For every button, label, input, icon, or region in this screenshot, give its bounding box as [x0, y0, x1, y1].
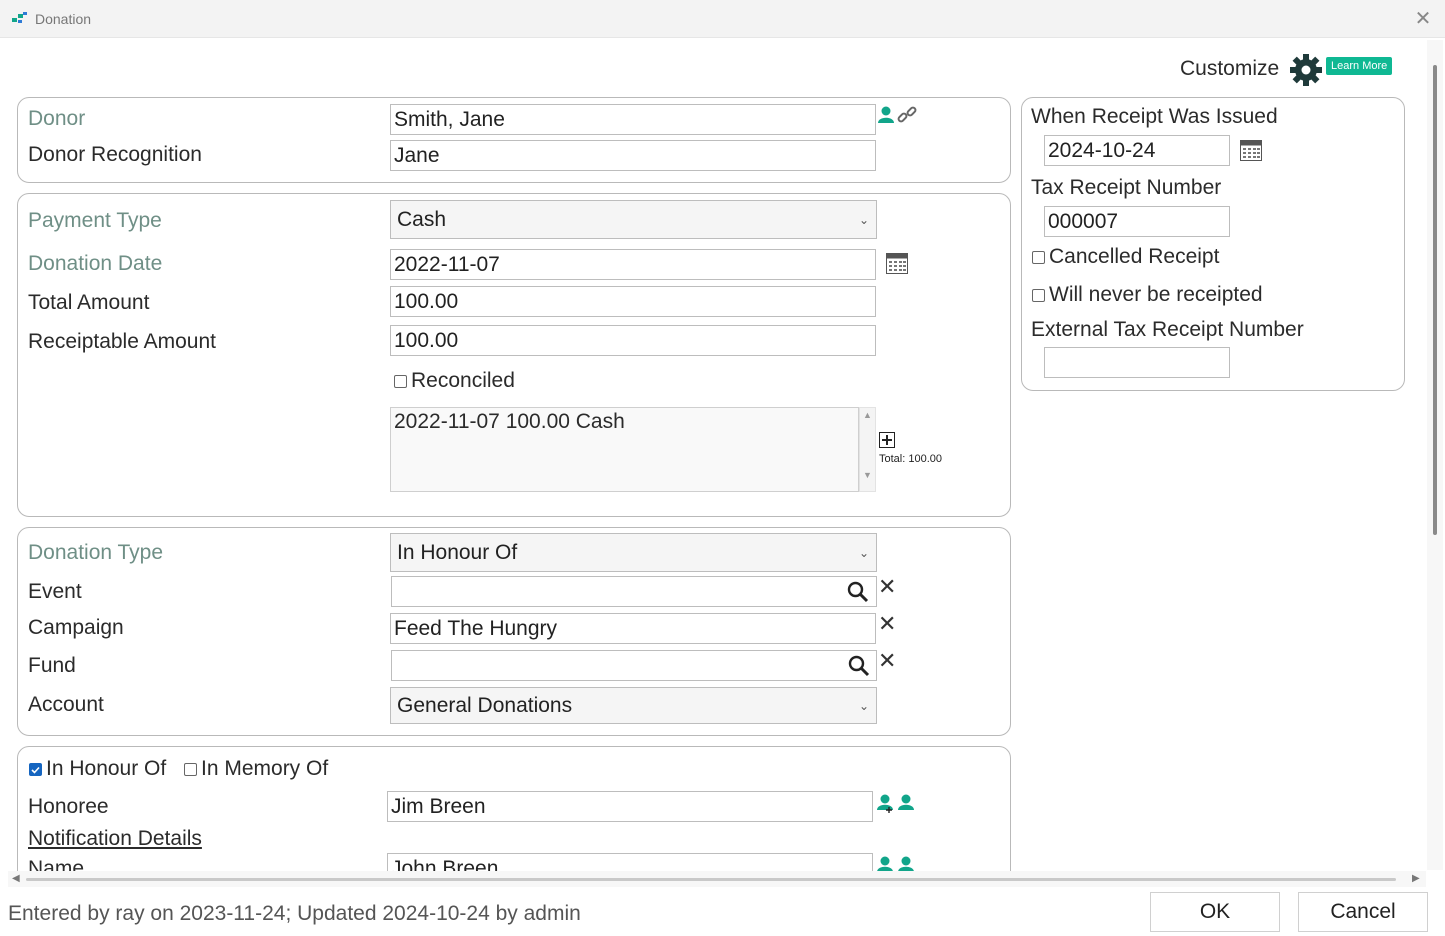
- donation-date-field[interactable]: 2022-11-07: [390, 249, 876, 280]
- donor-person-icon[interactable]: [877, 106, 895, 124]
- calendar-icon[interactable]: [1240, 140, 1262, 161]
- notification-details-link[interactable]: Notification Details: [28, 827, 202, 851]
- campaign-field[interactable]: Feed The Hungry: [390, 613, 876, 644]
- account-value: General Donations: [397, 693, 573, 717]
- cancelled-receipt-label: Cancelled Receipt: [1049, 245, 1220, 268]
- donor-label: Donor: [28, 107, 86, 130]
- payment-type-select[interactable]: Cash ⌄: [390, 200, 877, 239]
- campaign-clear-icon[interactable]: ✕: [878, 613, 896, 635]
- receiptable-amount-label: Receiptable Amount: [28, 330, 216, 353]
- total-amount-label: Total Amount: [28, 291, 150, 314]
- ok-button[interactable]: OK: [1150, 892, 1280, 932]
- calendar-icon[interactable]: [886, 253, 908, 274]
- donation-date-label: Donation Date: [28, 252, 163, 275]
- account-label: Account: [28, 693, 104, 716]
- add-person-icon[interactable]: [876, 856, 896, 871]
- tax-receipt-number-field[interactable]: 000007: [1044, 206, 1230, 237]
- add-payment-icon[interactable]: [879, 432, 895, 448]
- scroll-up-icon[interactable]: ▲: [860, 410, 875, 420]
- donor-field[interactable]: Smith, Jane: [390, 104, 876, 135]
- payments-total: Total: 100.00: [879, 453, 942, 465]
- scroll-down-icon[interactable]: ▼: [860, 470, 875, 480]
- title-bar: [0, 0, 1445, 38]
- donation-type-label: Donation Type: [28, 541, 164, 564]
- receiptable-amount-field[interactable]: 100.00: [390, 325, 876, 356]
- event-label: Event: [28, 580, 82, 603]
- tax-receipt-number-label: Tax Receipt Number: [1031, 176, 1222, 199]
- payments-list-scrollbar[interactable]: ▲ ▼: [859, 407, 876, 492]
- receipt-issued-field[interactable]: 2024-10-24: [1044, 135, 1230, 166]
- reconciled-label: Reconciled: [411, 369, 515, 392]
- horizontal-scrollbar[interactable]: ◀ ▶: [8, 871, 1426, 887]
- total-amount-field[interactable]: 100.00: [390, 286, 876, 317]
- vertical-scroll-thumb[interactable]: [1433, 65, 1437, 535]
- scroll-right-icon[interactable]: ▶: [1412, 873, 1420, 884]
- account-select[interactable]: General Donations ⌄: [390, 687, 877, 724]
- payment-type-value: Cash: [397, 207, 447, 231]
- customize-label[interactable]: Customize: [1180, 57, 1279, 81]
- gear-icon[interactable]: [1289, 53, 1323, 87]
- event-search-icon[interactable]: [847, 581, 869, 603]
- cancel-button[interactable]: Cancel: [1298, 892, 1428, 932]
- donor-recognition-field[interactable]: Jane: [390, 140, 876, 171]
- scroll-left-icon[interactable]: ◀: [12, 873, 20, 884]
- name-field[interactable]: John Breen: [387, 853, 873, 871]
- donation-type-select[interactable]: In Honour Of ⌄: [390, 533, 877, 572]
- never-receipted-label: Will never be receipted: [1049, 283, 1263, 306]
- donor-recognition-label: Donor Recognition: [28, 143, 202, 166]
- audit-status-text: Entered by ray on 2023-11-24; Updated 20…: [8, 902, 581, 925]
- chevron-down-icon: ⌄: [858, 545, 870, 560]
- app-logo-icon: [12, 12, 27, 23]
- in-memory-checkbox[interactable]: [184, 763, 197, 776]
- tribute-viewport: In Honour Of In Memory Of Honoree Jim Br…: [0, 746, 1426, 871]
- window-title: Donation: [35, 11, 92, 27]
- name-label: Name: [28, 857, 85, 871]
- honoree-label: Honoree: [28, 795, 109, 818]
- payments-list[interactable]: 2022-11-07 100.00 Cash: [390, 407, 859, 492]
- payment-type-label: Payment Type: [28, 209, 162, 232]
- fund-field[interactable]: [391, 650, 877, 681]
- campaign-label: Campaign: [28, 616, 124, 639]
- in-memory-label: In Memory Of: [201, 757, 329, 780]
- fund-clear-icon[interactable]: ✕: [878, 650, 896, 672]
- never-receipted-checkbox[interactable]: [1032, 289, 1045, 302]
- donation-type-value: In Honour Of: [397, 540, 518, 564]
- external-tax-receipt-field[interactable]: [1044, 347, 1230, 378]
- checkmark-icon: [31, 766, 40, 774]
- link-icon[interactable]: [896, 104, 918, 126]
- fund-search-icon[interactable]: [848, 655, 870, 677]
- add-person-icon[interactable]: [876, 794, 896, 814]
- cancelled-receipt-checkbox[interactable]: [1032, 251, 1045, 264]
- event-field[interactable]: [391, 576, 877, 607]
- horizontal-scroll-thumb[interactable]: [26, 878, 1396, 881]
- receipt-issued-label: When Receipt Was Issued: [1031, 105, 1278, 128]
- person-icon[interactable]: [897, 856, 915, 871]
- person-icon[interactable]: [897, 794, 915, 812]
- fund-label: Fund: [28, 654, 76, 677]
- close-icon[interactable]: ✕: [1413, 9, 1433, 29]
- in-honour-checkbox[interactable]: [29, 763, 42, 776]
- reconciled-checkbox[interactable]: [394, 375, 407, 388]
- honoree-field[interactable]: Jim Breen: [387, 791, 873, 822]
- chevron-down-icon: ⌄: [858, 698, 870, 713]
- in-honour-label: In Honour Of: [46, 757, 167, 780]
- external-tax-receipt-label: External Tax Receipt Number: [1031, 318, 1304, 341]
- learn-more-button[interactable]: Learn More: [1326, 57, 1393, 75]
- vertical-scrollbar[interactable]: [1427, 40, 1443, 870]
- event-clear-icon[interactable]: ✕: [878, 576, 896, 598]
- chevron-down-icon: ⌄: [858, 212, 870, 227]
- payments-list-item[interactable]: 2022-11-07 100.00 Cash: [391, 408, 858, 436]
